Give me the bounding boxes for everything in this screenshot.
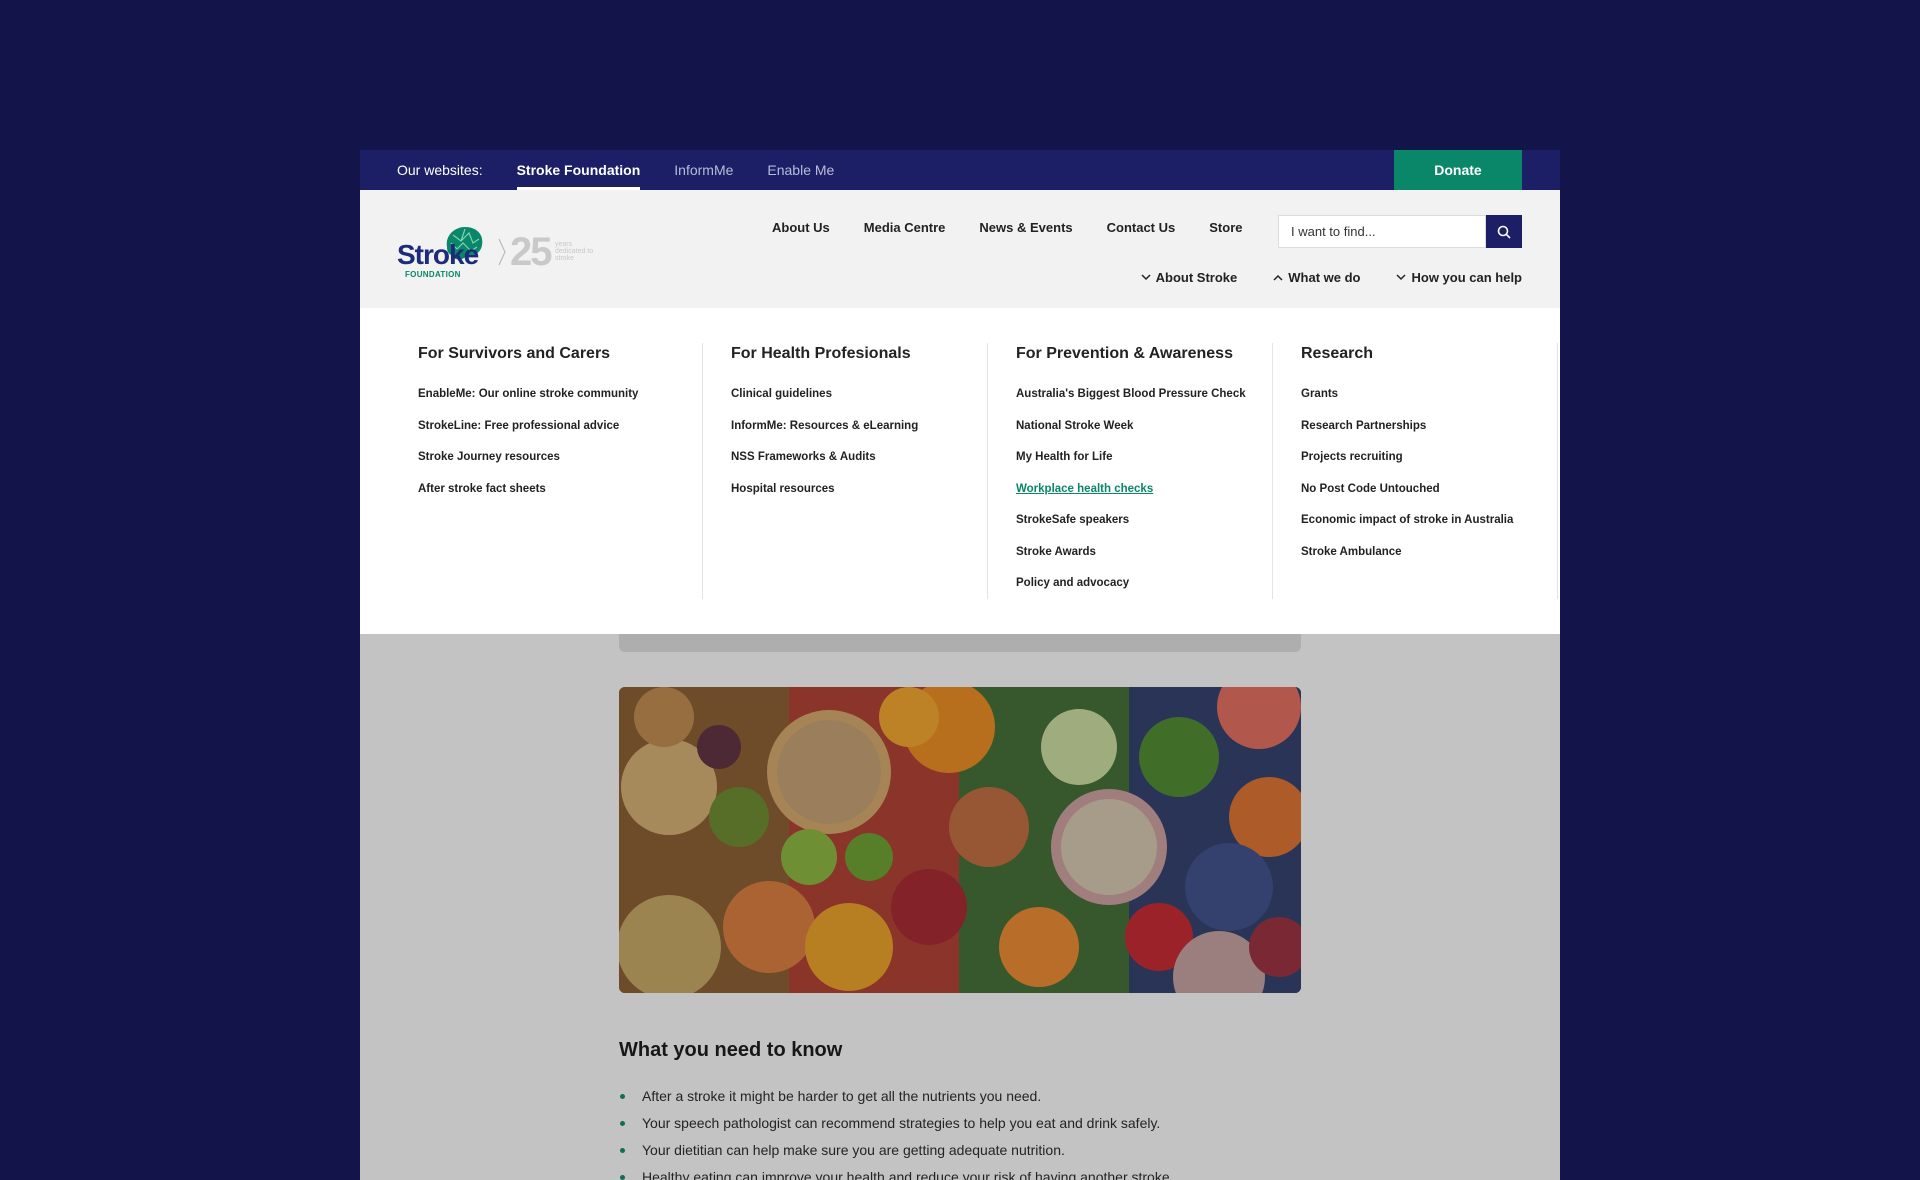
menu-column-heading: For Prevention & Awareness [1016,345,1233,362]
list-item: Healthy eating can improve your health a… [619,1169,1301,1180]
list-item: Your dietitian can help make sure you ar… [619,1142,1301,1169]
main-nav: About Stroke What we do How you can help [1141,270,1522,285]
menu-column-heading: For Health Profesionals [731,345,911,362]
site-link-informme[interactable]: InformMe [674,150,733,190]
key-points-list: After a stroke it might be harder to get… [619,1088,1301,1180]
menu-link[interactable]: Research Partnerships [1301,419,1558,451]
content-strip [619,634,1301,652]
nav-media-centre[interactable]: Media Centre [864,220,946,235]
menu-column-research: Research Grants Research Partnerships Pr… [1273,343,1558,599]
site-link-stroke-foundation[interactable]: Stroke Foundation [516,150,640,190]
menu-column-survivors: For Survivors and Carers EnableMe: Our o… [418,343,703,599]
food-photo-illustration [619,687,1301,993]
search-form [1278,215,1522,248]
menu-link[interactable]: My Health for Life [1016,450,1273,482]
menu-link[interactable]: Projects recruiting [1301,450,1558,482]
main-nav-about-stroke[interactable]: About Stroke [1141,270,1238,285]
chevron-down-icon [1141,274,1151,281]
menu-link[interactable]: StrokeLine: Free professional advice [418,419,703,451]
main-nav-what-we-do[interactable]: What we do [1273,270,1360,285]
search-button[interactable] [1486,215,1522,248]
menu-link[interactable]: Stroke Journey resources [418,450,703,482]
menu-link[interactable]: Australia's Biggest Blood Pressure Check [1016,387,1273,419]
healthy-food-image [619,687,1301,993]
menu-link[interactable]: StrokeSafe speakers [1016,513,1273,545]
menu-link[interactable]: Stroke Awards [1016,545,1273,577]
site-link-enable-me[interactable]: Enable Me [767,150,834,190]
menu-link[interactable]: Policy and advocacy [1016,576,1273,608]
menu-link[interactable]: After stroke fact sheets [418,482,703,514]
nav-about-us[interactable]: About Us [772,220,830,235]
menu-column-heading: For Survivors and Carers [418,345,611,362]
menu-link[interactable]: National Stroke Week [1016,419,1273,451]
menu-link[interactable]: Hospital resources [731,482,988,514]
list-item: Your speech pathologist can recommend st… [619,1115,1301,1142]
menu-link[interactable]: NSS Frameworks & Audits [731,450,988,482]
utility-nav: About Us Media Centre News & Events Cont… [772,220,1242,235]
chevron-up-icon [1273,274,1283,281]
menu-column-health-professionals: For Health Profesionals Clinical guideli… [703,343,988,599]
main-nav-how-you-can-help[interactable]: How you can help [1396,270,1522,285]
menu-column-heading: Research [1301,345,1374,362]
menu-link[interactable]: InformMe: Resources & eLearning [731,419,988,451]
logo-wordmark: Stroke [397,239,479,270]
menu-link[interactable]: Clinical guidelines [731,387,988,419]
what-we-do-mega-menu: For Survivors and Carers EnableMe: Our o… [360,308,1560,694]
menu-link[interactable]: Economic impact of stroke in Australia [1301,513,1558,545]
menu-link[interactable]: EnableMe: Our online stroke community [418,387,703,419]
websites-label: Our websites: [397,162,483,178]
page-content: What you need to know After a stroke it … [360,634,1560,1180]
menu-link[interactable]: Grants [1301,387,1558,419]
main-nav-label: About Stroke [1155,270,1238,285]
logo-anniversary-number: 25 [510,230,552,274]
menu-link[interactable]: No Post Code Untouched [1301,482,1558,514]
site-header: Stroke FOUNDATION 25 years dedicated to … [360,190,1560,308]
menu-link-hovered[interactable]: Workplace health checks [1016,482,1273,514]
search-input[interactable] [1278,215,1486,248]
nav-store[interactable]: Store [1209,220,1242,235]
menu-column-prevention: For Prevention & Awareness Australia's B… [988,343,1273,599]
menu-link[interactable]: Stroke Ambulance [1301,545,1558,577]
search-icon [1497,225,1511,239]
donate-button[interactable]: Donate [1394,150,1522,190]
stroke-foundation-logo[interactable]: Stroke FOUNDATION 25 years dedicated to … [397,225,594,279]
browser-frame: Our websites: Stroke Foundation InformMe… [360,150,1560,1180]
logo-anniversary-caption: years dedicated to stroke [555,241,594,262]
main-nav-label: How you can help [1411,270,1522,285]
logo-separator [498,238,506,266]
websites-bar: Our websites: Stroke Foundation InformMe… [360,150,1560,190]
chevron-down-icon [1396,274,1407,281]
logo-subtitle: FOUNDATION [405,270,461,279]
nav-news-events[interactable]: News & Events [979,220,1072,235]
section-heading: What you need to know [619,1039,843,1061]
list-item: After a stroke it might be harder to get… [619,1088,1301,1115]
main-nav-label: What we do [1288,270,1361,285]
nav-contact-us[interactable]: Contact Us [1107,220,1176,235]
